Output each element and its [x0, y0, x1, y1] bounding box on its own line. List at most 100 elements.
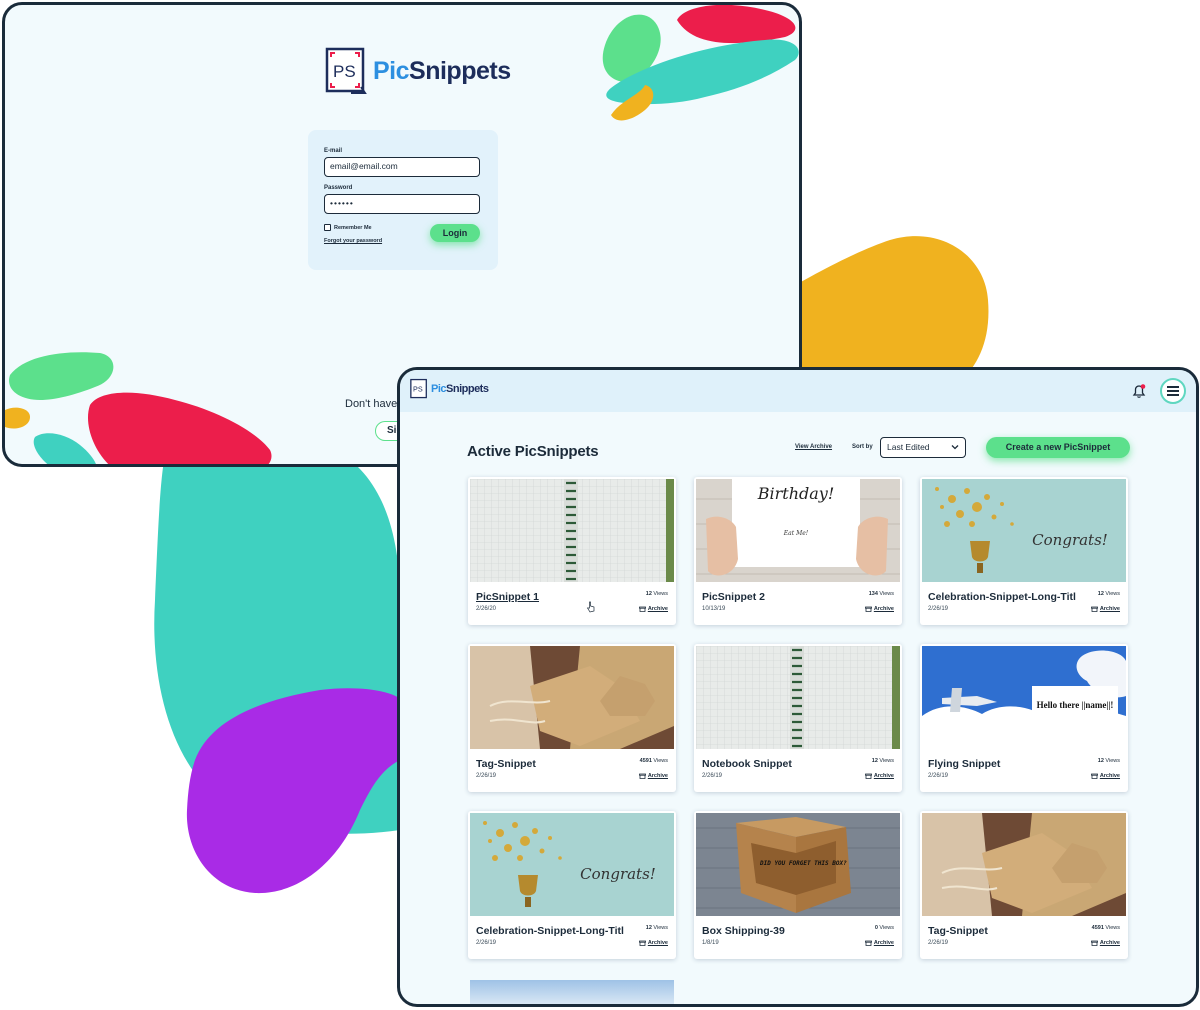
snippet-card[interactable]: Birthday! Eat Me! PicSnippet 2 10/13/19 … [694, 477, 902, 625]
archive-box-icon [1090, 606, 1098, 612]
snippet-thumbnail[interactable] [922, 813, 1126, 916]
snippet-name[interactable]: Notebook Snippet [702, 758, 850, 770]
archive-button[interactable]: Archive [1090, 773, 1120, 779]
snippet-views: 12 Views [871, 758, 894, 764]
remember-me[interactable]: Remember Me [324, 224, 372, 231]
remember-checkbox[interactable] [324, 224, 331, 231]
hamburger-menu-icon[interactable] [1160, 378, 1186, 404]
snippet-thumbnail[interactable]: Birthday! Eat Me! [696, 479, 900, 582]
snippet-name[interactable]: Celebration-Snippet-Long-Title [476, 925, 624, 937]
sort-value: Last Edited [887, 442, 930, 452]
snippet-name[interactable]: Flying Snippet [928, 758, 1076, 770]
svg-text:Birthday!: Birthday! [757, 484, 835, 503]
email-label: E-mail [324, 148, 343, 154]
snippet-name[interactable]: PicSnippet 2 [702, 591, 850, 603]
snippet-views: 4591 Views [1091, 925, 1120, 931]
snippet-date: 2/26/19 [702, 773, 723, 779]
archive-button[interactable]: Archive [864, 940, 894, 946]
svg-text:Congrats!: Congrats! [1032, 531, 1108, 549]
app-header: PS PicSnippets [400, 370, 1196, 412]
archive-box-icon [1090, 773, 1098, 779]
logo-mark-icon: PS [325, 47, 367, 94]
snippet-name[interactable]: Tag-Snippet [476, 758, 624, 770]
login-form: E-mail email@email.com Password •••••• R… [308, 130, 498, 270]
archive-button[interactable]: Archive [1090, 940, 1120, 946]
snippet-name[interactable]: Celebration-Snippet-Long-Title [928, 591, 1076, 603]
snippet-date: 2/26/19 [928, 940, 949, 946]
svg-text:Eat Me!: Eat Me! [783, 530, 809, 537]
snippet-thumbnail[interactable] [470, 479, 674, 582]
snippet-views: 12 Views [1097, 591, 1120, 597]
snippet-card[interactable]: Congrats! Celebration-Snippet-Long-Title… [468, 811, 676, 959]
archive-button[interactable]: Archive [638, 940, 668, 946]
archive-button[interactable]: Archive [638, 773, 668, 779]
snippet-card[interactable]: PicSnippet 1 2/26/20 12 Views Archive [468, 477, 676, 625]
archive-box-icon [864, 606, 872, 612]
snippet-views: 4591 Views [639, 758, 668, 764]
forgot-password-link[interactable]: Forgot your password [324, 238, 382, 244]
snippet-card[interactable]: Hello there ||name||! Flying Snippet 2/2… [920, 644, 1128, 792]
svg-text:DID YOU FORGET THIS BOX?: DID YOU FORGET THIS BOX? [759, 860, 847, 867]
snippet-date: 2/26/19 [928, 606, 949, 612]
snippet-views: 0 Views [874, 925, 894, 931]
snippet-name[interactable]: PicSnippet 1 [476, 591, 624, 603]
snippet-card[interactable]: DID YOU FORGET THIS BOX? Box Shipping-39… [694, 811, 902, 959]
archive-box-icon [864, 940, 872, 946]
svg-text:PS: PS [333, 62, 356, 81]
snippet-date: 2/26/19 [476, 773, 497, 779]
snippet-thumbnail[interactable]: Congrats! [470, 813, 674, 916]
archive-box-icon [638, 773, 646, 779]
snippet-date: 2/26/19 [928, 773, 949, 779]
snippet-card-partial[interactable] [470, 980, 674, 1004]
bell-icon[interactable] [1131, 383, 1147, 399]
snippet-views: 134 Views [868, 591, 894, 597]
chevron-down-icon [951, 445, 959, 450]
svg-text:Hello there ||name||!: Hello there ||name||! [1037, 700, 1114, 710]
dashboard-window: PS PicSnippets Active PicSnippets View A… [397, 367, 1199, 1007]
archive-box-icon [638, 940, 646, 946]
svg-text:PS: PS [413, 385, 423, 394]
archive-box-icon [638, 606, 646, 612]
archive-button[interactable]: Archive [638, 606, 668, 612]
snippet-views: 12 Views [645, 925, 668, 931]
login-button[interactable]: Login [430, 224, 480, 242]
snippet-thumbnail[interactable] [696, 646, 900, 749]
sort-select[interactable]: Last Edited [880, 437, 966, 458]
password-label: Password [324, 185, 353, 191]
logo-mark-icon: PS [410, 378, 427, 399]
sort-label: Sort by [852, 444, 873, 450]
create-picsnippet-button[interactable]: Create a new PicSnippet [986, 437, 1130, 458]
archive-button[interactable]: Archive [1090, 606, 1120, 612]
snippet-card[interactable]: Tag-Snippet 2/26/19 4591 Views Archive [920, 811, 1128, 959]
password-field[interactable]: •••••• [324, 194, 480, 214]
email-field[interactable]: email@email.com [324, 157, 480, 177]
snippet-thumbnail[interactable]: Congrats! [922, 479, 1126, 582]
logo-text-pic: Pic [373, 56, 410, 85]
logo-text-snippets: Snippets [446, 383, 489, 395]
archive-box-icon [864, 773, 872, 779]
archive-box-icon [1090, 940, 1098, 946]
archive-button[interactable]: Archive [864, 606, 894, 612]
picsnippets-logo: PS PicSnippets [325, 47, 511, 95]
no-account-text: Don't have [345, 398, 398, 410]
page-title: Active PicSnippets [467, 443, 599, 460]
snippet-card[interactable]: Congrats! Celebration-Snippet-Long-Title… [920, 477, 1128, 625]
snippet-name[interactable]: Box Shipping-39 [702, 925, 850, 937]
remember-label: Remember Me [334, 224, 372, 231]
snippet-date: 2/26/19 [476, 940, 497, 946]
snippet-card[interactable]: Tag-Snippet 2/26/19 4591 Views Archive [468, 644, 676, 792]
snippet-thumbnail[interactable]: Hello there ||name||! [922, 646, 1126, 749]
header-logo[interactable]: PS PicSnippets [410, 378, 489, 400]
snippet-name[interactable]: Tag-Snippet [928, 925, 1076, 937]
hand-cursor-icon [586, 601, 595, 613]
snippet-card[interactable]: Notebook Snippet 2/26/19 12 Views Archiv… [694, 644, 902, 792]
svg-text:Congrats!: Congrats! [580, 865, 656, 883]
snippet-date: 1/8/19 [702, 940, 719, 946]
snippet-thumbnail[interactable] [470, 646, 674, 749]
snippet-thumbnail[interactable]: DID YOU FORGET THIS BOX? [696, 813, 900, 916]
snippet-date: 2/26/20 [476, 606, 497, 612]
view-archive-link[interactable]: View Archive [795, 444, 832, 450]
logo-text-pic: Pic [431, 383, 447, 395]
archive-button[interactable]: Archive [864, 773, 894, 779]
snippet-views: 12 Views [645, 591, 668, 597]
